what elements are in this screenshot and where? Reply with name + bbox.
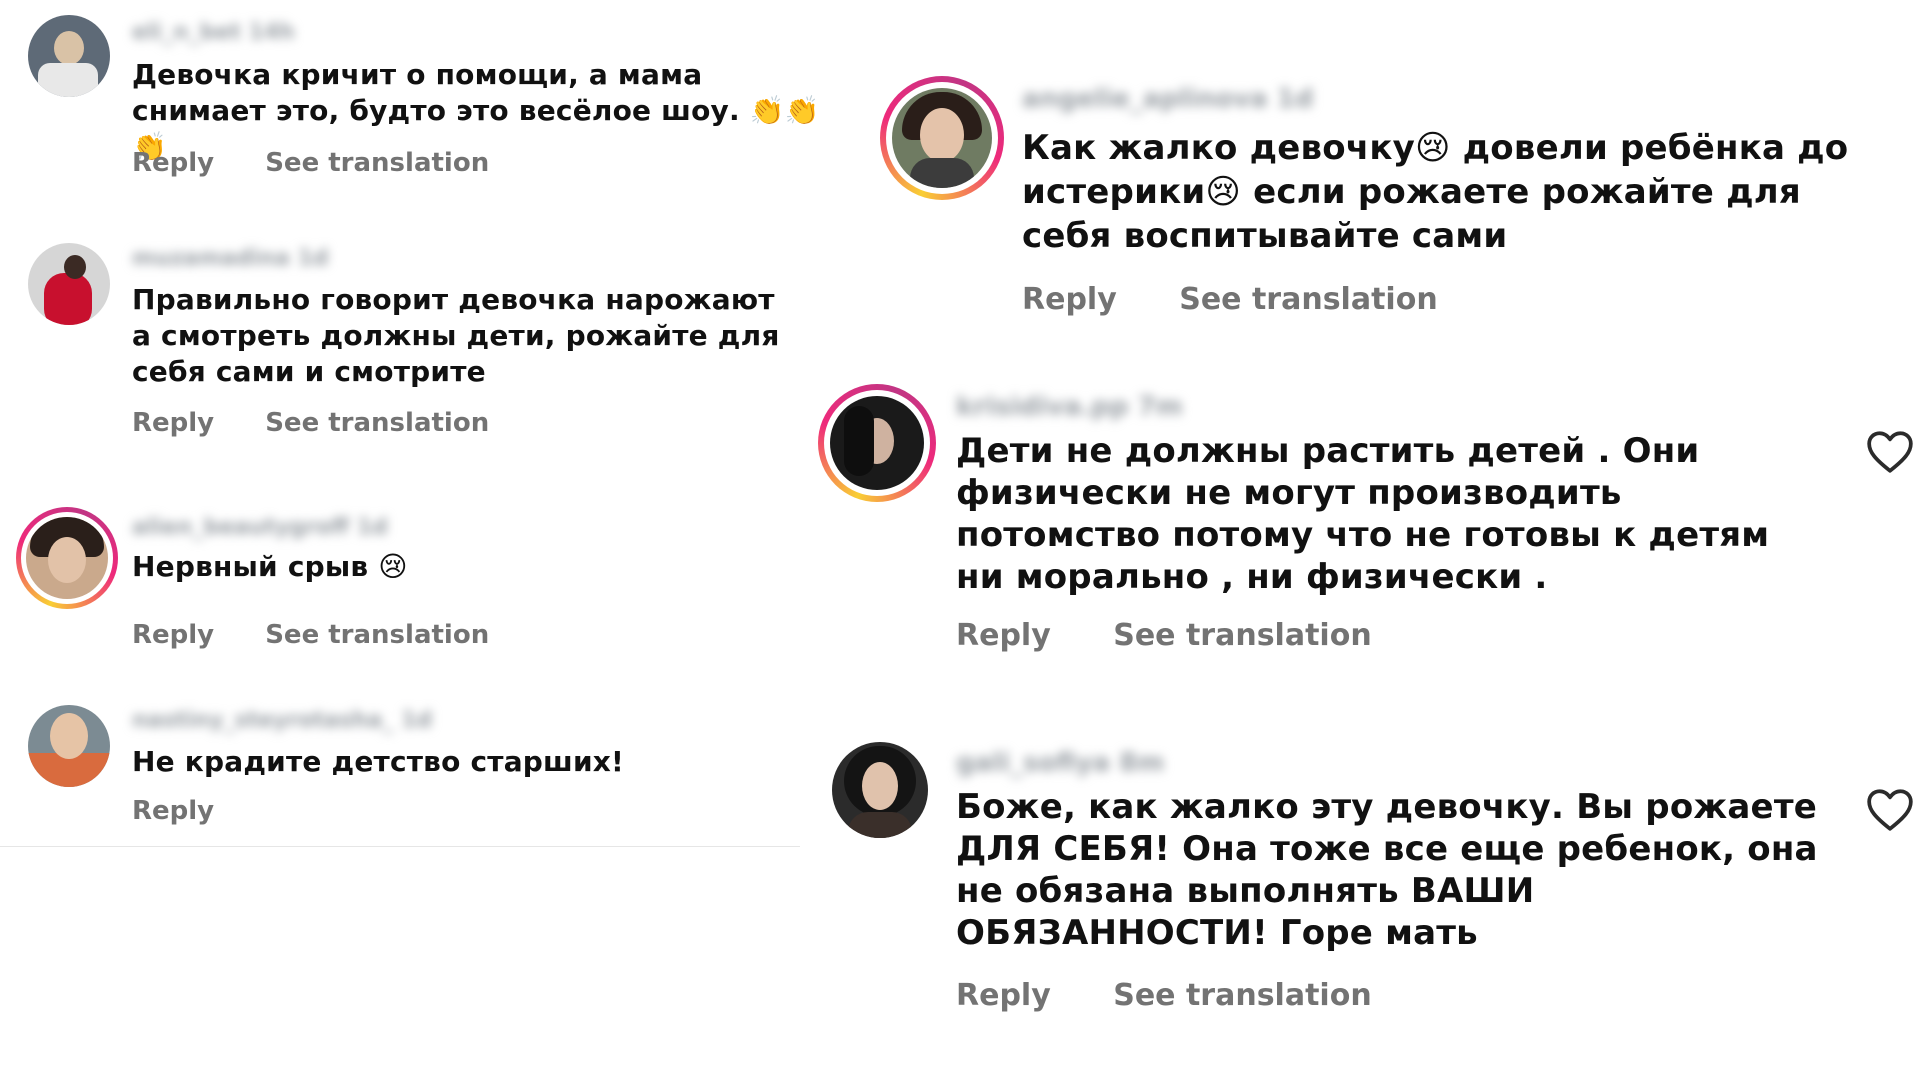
reply-button[interactable]: Reply	[132, 620, 214, 650]
avatar-photo	[48, 537, 86, 583]
story-ring[interactable]	[880, 76, 1004, 200]
comment-text: Боже, как жалко эту девочку. Вы рожаете …	[956, 787, 1818, 953]
comment-username[interactable]: alien_beautygroff 1d	[132, 515, 388, 540]
avatar-photo	[50, 713, 88, 759]
comment-item: gali_sofiya 8m Боже, как жалко эту девоч…	[800, 740, 1920, 1040]
comment-text: Нервный срыв 😢	[132, 550, 408, 583]
avatar[interactable]	[28, 705, 110, 787]
comment-item: angelie_aplinova 1d Как жалко девочку😢 д…	[800, 70, 1920, 330]
reply-button[interactable]: Reply	[132, 796, 214, 826]
avatar	[892, 88, 992, 188]
comment-username[interactable]: krisidiva.pp 7m	[956, 392, 1183, 422]
story-ring[interactable]	[818, 384, 936, 502]
comment-item: muzamadina 1d Правильно говорит девочка …	[0, 240, 800, 450]
like-heart-icon[interactable]	[1865, 428, 1915, 474]
reply-button[interactable]: Reply	[132, 408, 214, 438]
see-translation-button[interactable]: See translation	[1113, 618, 1371, 653]
comment-username[interactable]: eli_n_bet 14h	[132, 20, 295, 45]
see-translation-button[interactable]: See translation	[265, 408, 489, 438]
comments-screenshot: eli_n_bet 14h Девочка кричит о помощи, а…	[0, 0, 1920, 1080]
comment-actions: Reply See translation	[1022, 282, 1438, 317]
comment-text: Как жалко девочку😢 довели ребёнка до ист…	[1022, 128, 1849, 256]
reply-button[interactable]: Reply	[956, 978, 1051, 1013]
comment-actions: Reply See translation	[956, 978, 1372, 1013]
like-heart-icon[interactable]	[1865, 786, 1915, 832]
see-translation-button[interactable]: See translation	[265, 148, 489, 178]
see-translation-button[interactable]: See translation	[1179, 282, 1437, 317]
comment-actions: Reply See translation	[132, 148, 489, 178]
comment-actions: Reply	[132, 796, 214, 826]
reply-button[interactable]: Reply	[956, 618, 1051, 653]
right-comments-panel: angelie_aplinova 1d Как жалко девочку😢 д…	[800, 0, 1920, 1080]
avatar[interactable]	[28, 15, 110, 97]
comment-actions: Reply See translation	[132, 408, 489, 438]
comment-item: alien_beautygroff 1d Нервный срыв 😢 Repl…	[0, 500, 800, 670]
comment-username[interactable]: nastiny_steyrotasha_ 1d	[132, 708, 432, 733]
see-translation-button[interactable]: See translation	[1113, 978, 1371, 1013]
comment-text: Правильно говорит девочка нарожают а смо…	[132, 283, 780, 388]
comment-item: nastiny_steyrotasha_ 1d Не крадите детст…	[0, 700, 800, 840]
avatar	[26, 517, 108, 599]
story-ring[interactable]	[16, 507, 118, 609]
avatar-photo	[64, 255, 86, 279]
comment-actions: Reply See translation	[132, 620, 489, 650]
comment-username[interactable]: muzamadina 1d	[132, 246, 329, 271]
comment-item: krisidiva.pp 7m Дети не должны растить д…	[800, 382, 1920, 682]
left-comments-panel: eli_n_bet 14h Девочка кричит о помощи, а…	[0, 0, 820, 1080]
comment-text: Дети не должны растить детей . Они физич…	[956, 431, 1770, 597]
avatar-photo	[862, 762, 898, 810]
avatar-photo	[920, 108, 964, 162]
avatar	[830, 396, 924, 490]
reply-button[interactable]: Reply	[132, 148, 214, 178]
comment-username[interactable]: gali_sofiya 8m	[956, 748, 1164, 778]
avatar[interactable]	[832, 742, 928, 838]
comment-username[interactable]: angelie_aplinova 1d	[1022, 84, 1313, 114]
avatar-photo	[54, 31, 84, 65]
avatar[interactable]	[28, 243, 110, 325]
reply-button[interactable]: Reply	[1022, 282, 1117, 317]
comment-text: Не крадите детство старших!	[132, 745, 625, 778]
see-translation-button[interactable]: See translation	[265, 620, 489, 650]
comment-item: eli_n_bet 14h Девочка кричит о помощи, а…	[0, 0, 820, 190]
divider	[0, 846, 800, 847]
comment-actions: Reply See translation	[956, 618, 1372, 653]
